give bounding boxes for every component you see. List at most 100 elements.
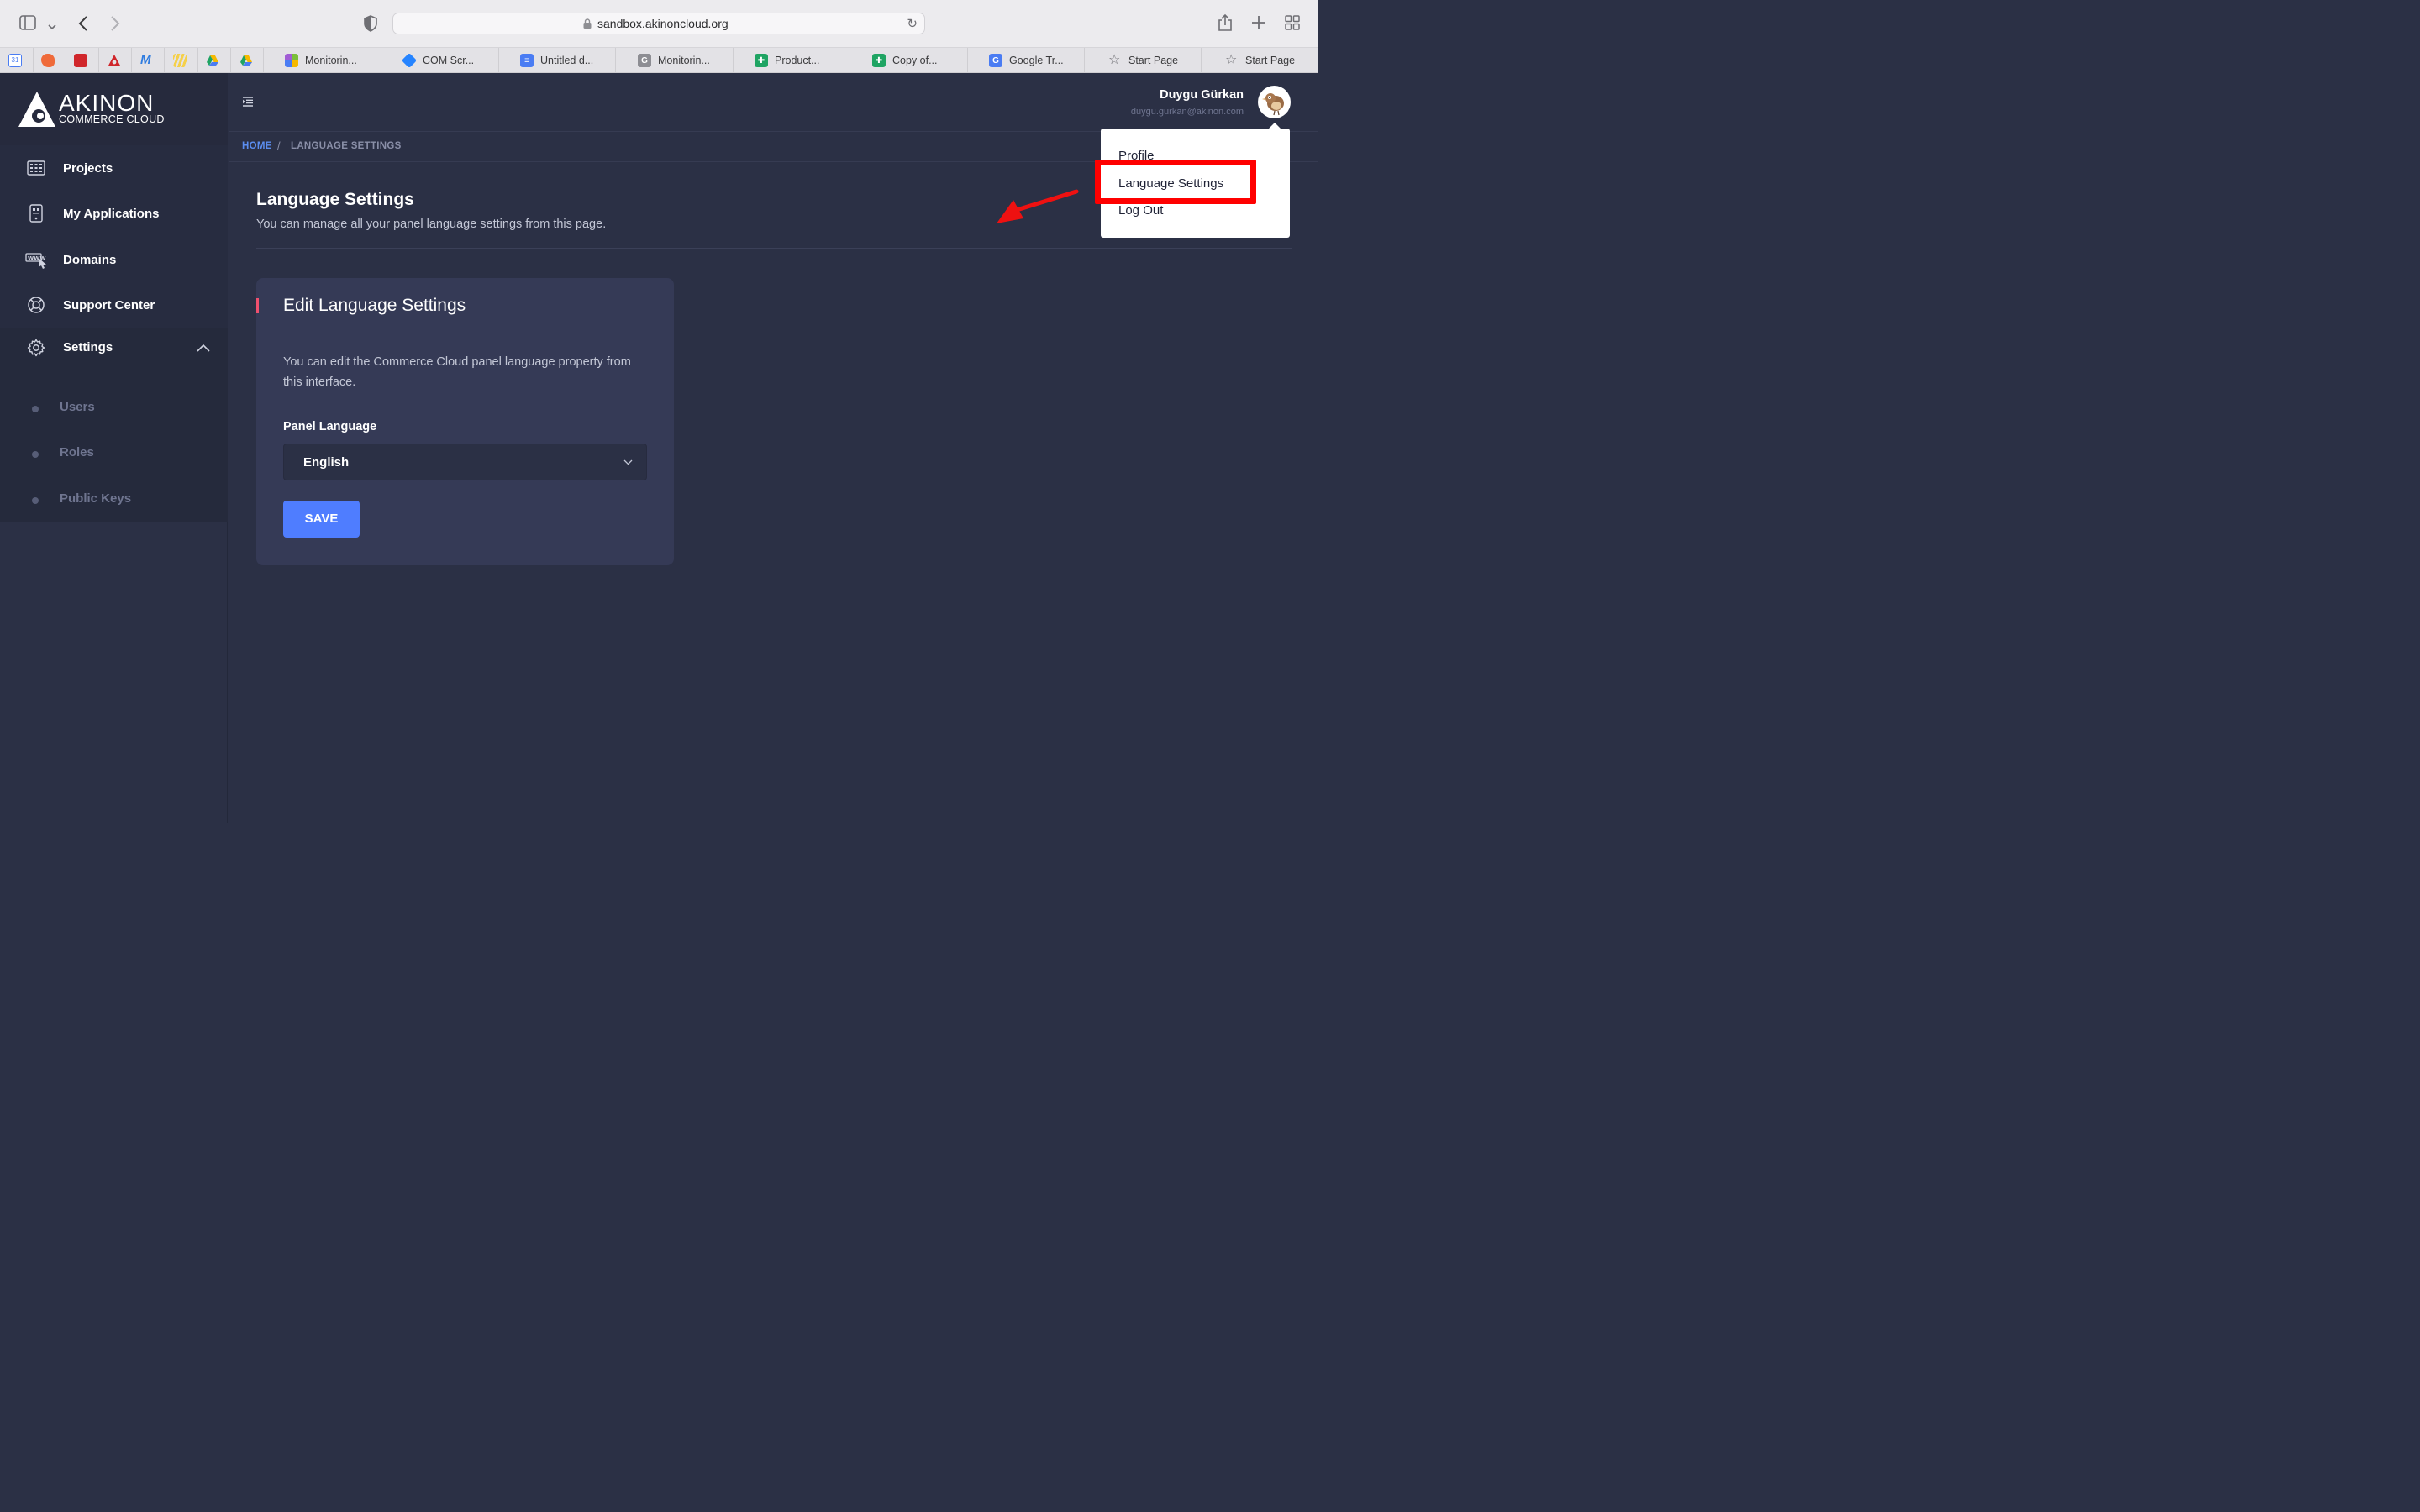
sidebar-subitem-label: Public Keys [60, 491, 132, 506]
user-email: duygu.gurkan@akinon.com [1130, 107, 1244, 117]
jira-icon [401, 52, 418, 69]
panel-language-select[interactable]: English [283, 444, 647, 480]
bookmark-item[interactable]: ✚ Product... [755, 48, 820, 73]
new-tab-icon[interactable] [1251, 15, 1266, 33]
bookmark-label: Product... [775, 55, 820, 66]
sidebar-item-my-applications[interactable]: My Applications [0, 191, 228, 236]
lifebuoy-icon [28, 297, 45, 313]
bullet-icon [32, 497, 39, 504]
bookmark-label: Copy of... [892, 55, 938, 66]
sidebar-item-label: Settings [63, 340, 113, 354]
docs-icon: ≡ [520, 54, 534, 67]
bookmark-item[interactable]: ☆ Start Page [1225, 48, 1295, 73]
sidebar-item-projects[interactable]: Projects [0, 145, 228, 191]
breadcrumb-separator: / [277, 139, 281, 152]
annotation-highlight-box [1095, 160, 1256, 204]
privacy-shield-icon[interactable] [363, 15, 378, 34]
menu-collapse-icon[interactable] [242, 97, 254, 107]
card-description: You can edit the Commerce Cloud panel la… [283, 355, 631, 389]
star-icon: ☆ [1225, 53, 1238, 67]
akinon-logo-icon [18, 92, 55, 127]
lock-icon [583, 18, 592, 29]
sidebar-subitem-roles[interactable]: Roles [0, 437, 228, 470]
chevron-down-icon[interactable] [48, 18, 56, 33]
sidebar: AKINON COMMERCE CLOUD Projects My Applic… [0, 73, 228, 823]
translate-icon: G [989, 54, 1002, 67]
sidebar-item-label: Projects [63, 160, 113, 176]
settings-group: Settings Users Roles Public Keys [0, 328, 228, 522]
address-bar[interactable]: sandbox.akinoncloud.org ↻ [392, 13, 925, 34]
menu-item-log-out[interactable]: Log Out [1118, 203, 1163, 218]
app-icon [29, 204, 43, 223]
forward-icon[interactable] [110, 15, 120, 34]
divider [256, 248, 1292, 249]
bookmark-label: Start Page [1128, 55, 1179, 66]
sidebar-subitem-label: Users [60, 400, 95, 414]
star-icon: ☆ [1108, 53, 1121, 67]
bookmark-label: Untitled d... [540, 55, 594, 66]
brand-tagline: COMMERCE CLOUD [59, 113, 165, 125]
sidebar-subitem-label: Roles [60, 445, 94, 459]
bookmark-label: COM Scr... [423, 55, 475, 66]
bookmarks-bar: 31 M Monitorin... COM Scr... ≡ Untitled … [0, 48, 1318, 73]
tab-overview-icon[interactable] [1285, 15, 1300, 33]
language-settings-card: Edit Language Settings You can edit the … [256, 278, 674, 565]
sidebar-subitem-public-keys[interactable]: Public Keys [0, 483, 228, 517]
chevron-down-icon [623, 459, 633, 465]
avatar[interactable] [1258, 86, 1291, 118]
bookmark-label: Google Tr... [1009, 55, 1064, 66]
m-logo-icon[interactable]: M [140, 54, 154, 67]
akinon-app-icon[interactable] [74, 54, 87, 67]
sidebar-subitem-users[interactable]: Users [0, 391, 228, 425]
bookmark-item[interactable]: ✚ Copy of... [872, 48, 938, 73]
akinon-logo-icon[interactable] [108, 54, 121, 67]
sidebar-item-label: My Applications [63, 206, 160, 221]
bookmark-item[interactable]: G Google Tr... [989, 48, 1064, 73]
breadcrumb-current: LANGUAGE SETTINGS [291, 141, 402, 151]
share-icon[interactable] [1218, 13, 1233, 34]
bookmark-item[interactable]: G Monitorin... [638, 48, 710, 73]
bullet-icon [32, 406, 39, 412]
bookmark-item[interactable]: ≡ Untitled d... [520, 48, 593, 73]
bullet-icon [32, 451, 39, 458]
stripes-icon[interactable] [173, 54, 187, 67]
calendar-icon[interactable]: 31 [8, 54, 22, 67]
user-name[interactable]: Duygu Gürkan [1160, 88, 1244, 102]
sidebar-item-support-center[interactable]: Support Center [0, 282, 228, 328]
brand-logo[interactable]: AKINON COMMERCE CLOUD [0, 73, 228, 145]
bookmark-label: Monitorin... [658, 55, 710, 66]
card-title: Edit Language Settings [283, 296, 466, 315]
breadcrumb-home-link[interactable]: HOME [242, 141, 272, 151]
sidebar-toggle-icon[interactable] [19, 15, 36, 33]
drive-icon[interactable] [239, 54, 253, 67]
bookmark-item[interactable]: COM Scr... [401, 48, 475, 73]
sidebar-item-settings[interactable]: Settings [0, 335, 228, 360]
bookmark-item[interactable]: Monitorin... [285, 48, 357, 73]
browser-toolbar: sandbox.akinoncloud.org ↻ [0, 0, 1318, 48]
main-nav: Projects My Applications WWW Domains Sup… [0, 145, 228, 328]
bird-avatar-icon [1262, 93, 1284, 116]
sheets-icon: ✚ [872, 54, 886, 67]
chevron-up-icon[interactable] [197, 344, 210, 352]
back-icon[interactable] [78, 15, 88, 34]
g-icon: G [638, 54, 651, 67]
drive-icon[interactable] [206, 54, 219, 67]
bird-icon[interactable] [41, 54, 55, 67]
panel-language-label: Panel Language [283, 420, 377, 433]
sheets-icon: ✚ [755, 54, 768, 67]
monitoring-icon [285, 54, 298, 67]
save-button[interactable]: SAVE [283, 501, 360, 538]
svg-text:WWW: WWW [28, 255, 46, 262]
bookmark-item[interactable]: ☆ Start Page [1108, 48, 1178, 73]
page-title: Language Settings [256, 190, 414, 209]
reload-icon[interactable]: ↻ [907, 16, 918, 31]
annotation-arrow-icon [997, 189, 1079, 223]
www-icon: WWW [25, 253, 46, 269]
top-header: Duygu Gürkan duygu.gurkan@akinon.com [229, 73, 1318, 132]
card-accent-marker [256, 298, 259, 313]
gear-icon [27, 339, 45, 357]
sidebar-item-domains[interactable]: WWW Domains [0, 237, 228, 282]
grid-icon [27, 160, 45, 176]
sidebar-item-label: Domains [63, 252, 117, 267]
bookmark-label: Monitorin... [305, 55, 357, 66]
